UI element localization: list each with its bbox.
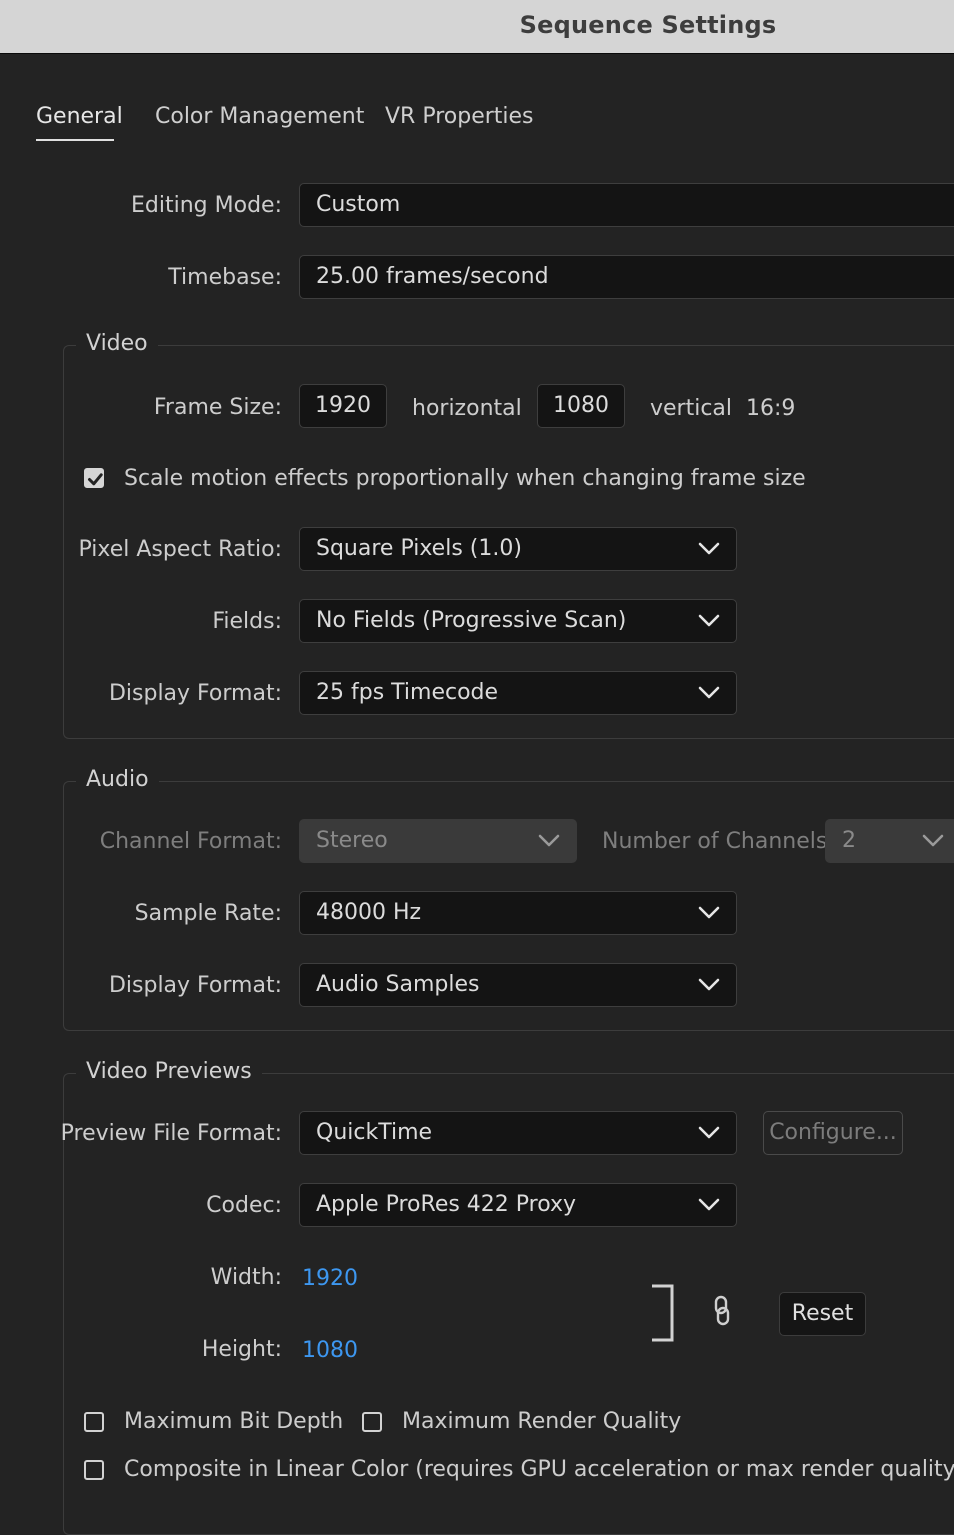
channel-format-value: Stereo bbox=[316, 828, 388, 853]
sample-rate-value: 48000 Hz bbox=[316, 900, 422, 925]
frame-height-input[interactable]: 1080 bbox=[537, 384, 625, 428]
preview-height-value[interactable]: 1080 bbox=[302, 1338, 358, 1363]
video-display-format-label: Display Format: bbox=[108, 681, 282, 706]
chevron-down-icon bbox=[922, 834, 944, 847]
editing-mode-value: Custom bbox=[316, 192, 401, 217]
chevron-down-icon bbox=[698, 1126, 720, 1139]
num-channels-select[interactable]: 2 bbox=[825, 819, 954, 863]
frame-width-input[interactable]: 1920 bbox=[299, 384, 387, 428]
fields-label: Fields: bbox=[212, 609, 282, 634]
video-previews-legend: Video Previews bbox=[76, 1059, 262, 1084]
checkmark-icon bbox=[88, 473, 103, 486]
chevron-down-icon bbox=[698, 1198, 720, 1211]
codec-label: Codec: bbox=[206, 1193, 282, 1218]
codec-select[interactable]: Apple ProRes 422 Proxy bbox=[299, 1183, 737, 1227]
channel-format-label: Channel Format: bbox=[99, 829, 282, 854]
scale-motion-checkbox[interactable] bbox=[84, 468, 104, 488]
video-legend: Video bbox=[76, 331, 158, 356]
scale-motion-label: Scale motion effects proportionally when… bbox=[124, 466, 806, 491]
chevron-down-icon bbox=[698, 542, 720, 555]
window-title: Sequence Settings bbox=[519, 11, 777, 39]
audio-legend: Audio bbox=[76, 767, 159, 792]
linear-color-label: Composite in Linear Color (requires GPU … bbox=[124, 1457, 954, 1482]
tab-general[interactable]: General bbox=[36, 104, 123, 129]
timebase-select[interactable]: 25.00 frames/second bbox=[299, 255, 954, 299]
audio-display-format-select[interactable]: Audio Samples bbox=[299, 963, 737, 1007]
frame-size-label: Frame Size: bbox=[153, 395, 282, 420]
tab-vr-properties[interactable]: VR Properties bbox=[385, 104, 534, 129]
num-channels-value: 2 bbox=[842, 828, 856, 853]
max-bit-depth-checkbox[interactable] bbox=[84, 1412, 104, 1432]
timebase-value: 25.00 frames/second bbox=[316, 264, 549, 289]
editing-mode-label: Editing Mode: bbox=[131, 193, 282, 218]
video-display-format-value: 25 fps Timecode bbox=[316, 680, 499, 705]
chevron-down-icon bbox=[698, 906, 720, 919]
title-bar: Sequence Settings bbox=[0, 0, 954, 54]
audio-display-format-label: Display Format: bbox=[108, 973, 282, 998]
link-icon[interactable] bbox=[711, 1295, 733, 1327]
pixel-aspect-select[interactable]: Square Pixels (1.0) bbox=[299, 527, 737, 571]
linear-color-checkbox[interactable] bbox=[84, 1460, 104, 1480]
preview-width-value[interactable]: 1920 bbox=[302, 1266, 358, 1291]
max-bit-depth-label: Maximum Bit Depth bbox=[124, 1409, 344, 1434]
editing-mode-select[interactable]: Custom bbox=[299, 183, 954, 227]
bracket-icon bbox=[652, 1284, 674, 1342]
num-channels-label: Number of Channels: bbox=[602, 829, 835, 854]
audio-display-format-value: Audio Samples bbox=[316, 972, 480, 997]
pixel-aspect-value: Square Pixels (1.0) bbox=[316, 536, 522, 561]
fields-select[interactable]: No Fields (Progressive Scan) bbox=[299, 599, 737, 643]
max-render-quality-checkbox[interactable] bbox=[362, 1412, 382, 1432]
aspect-ratio-value: 16:9 bbox=[746, 396, 796, 421]
sample-rate-label: Sample Rate: bbox=[134, 901, 282, 926]
video-display-format-select[interactable]: 25 fps Timecode bbox=[299, 671, 737, 715]
chevron-down-icon bbox=[698, 614, 720, 627]
configure-button[interactable]: Configure... bbox=[763, 1111, 903, 1155]
reset-button[interactable]: Reset bbox=[779, 1292, 866, 1336]
active-tab-indicator bbox=[36, 139, 114, 141]
chevron-down-icon bbox=[698, 978, 720, 991]
pixel-aspect-label: Pixel Aspect Ratio: bbox=[78, 537, 283, 562]
preview-file-format-label: Preview File Format: bbox=[60, 1121, 282, 1146]
horizontal-label: horizontal bbox=[412, 396, 522, 421]
sample-rate-select[interactable]: 48000 Hz bbox=[299, 891, 737, 935]
max-render-quality-label: Maximum Render Quality bbox=[402, 1409, 682, 1434]
tab-color-management[interactable]: Color Management bbox=[155, 104, 364, 129]
chevron-down-icon bbox=[538, 834, 560, 847]
preview-file-format-select[interactable]: QuickTime bbox=[299, 1111, 737, 1155]
chevron-down-icon bbox=[698, 686, 720, 699]
fields-value: No Fields (Progressive Scan) bbox=[316, 608, 627, 633]
preview-file-format-value: QuickTime bbox=[316, 1120, 433, 1145]
width-label: Width: bbox=[210, 1265, 282, 1290]
height-label: Height: bbox=[201, 1337, 282, 1362]
codec-value: Apple ProRes 422 Proxy bbox=[316, 1192, 577, 1217]
timebase-label: Timebase: bbox=[168, 265, 282, 290]
channel-format-select[interactable]: Stereo bbox=[299, 819, 577, 863]
vertical-label: vertical bbox=[650, 396, 733, 421]
